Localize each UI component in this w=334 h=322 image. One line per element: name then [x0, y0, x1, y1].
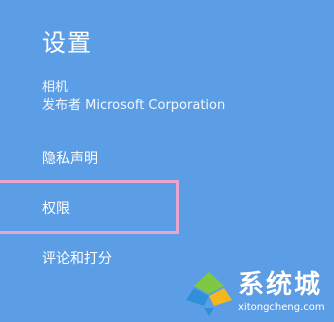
publisher-text: 发布者 Microsoft Corporation [42, 98, 226, 113]
app-name: 相机 [42, 80, 69, 95]
watermark-url: xitongcheng.com [238, 302, 325, 313]
settings-panel: 设置 相机 发布者 Microsoft Corporation 隐私声明 权限 … [0, 0, 334, 322]
menu-item-permissions[interactable]: 权限 [42, 200, 70, 218]
page-title: 设置 [42, 29, 92, 57]
watermark: 系统城 xitongcheng.com [180, 262, 334, 322]
watermark-brand: 系统城 [238, 270, 323, 300]
menu-item-rate-and-review[interactable]: 评论和打分 [42, 250, 112, 268]
highlight-annotation-box [0, 180, 179, 234]
menu-item-privacy-statement[interactable]: 隐私声明 [42, 150, 98, 168]
watermark-logo-icon [186, 272, 232, 316]
